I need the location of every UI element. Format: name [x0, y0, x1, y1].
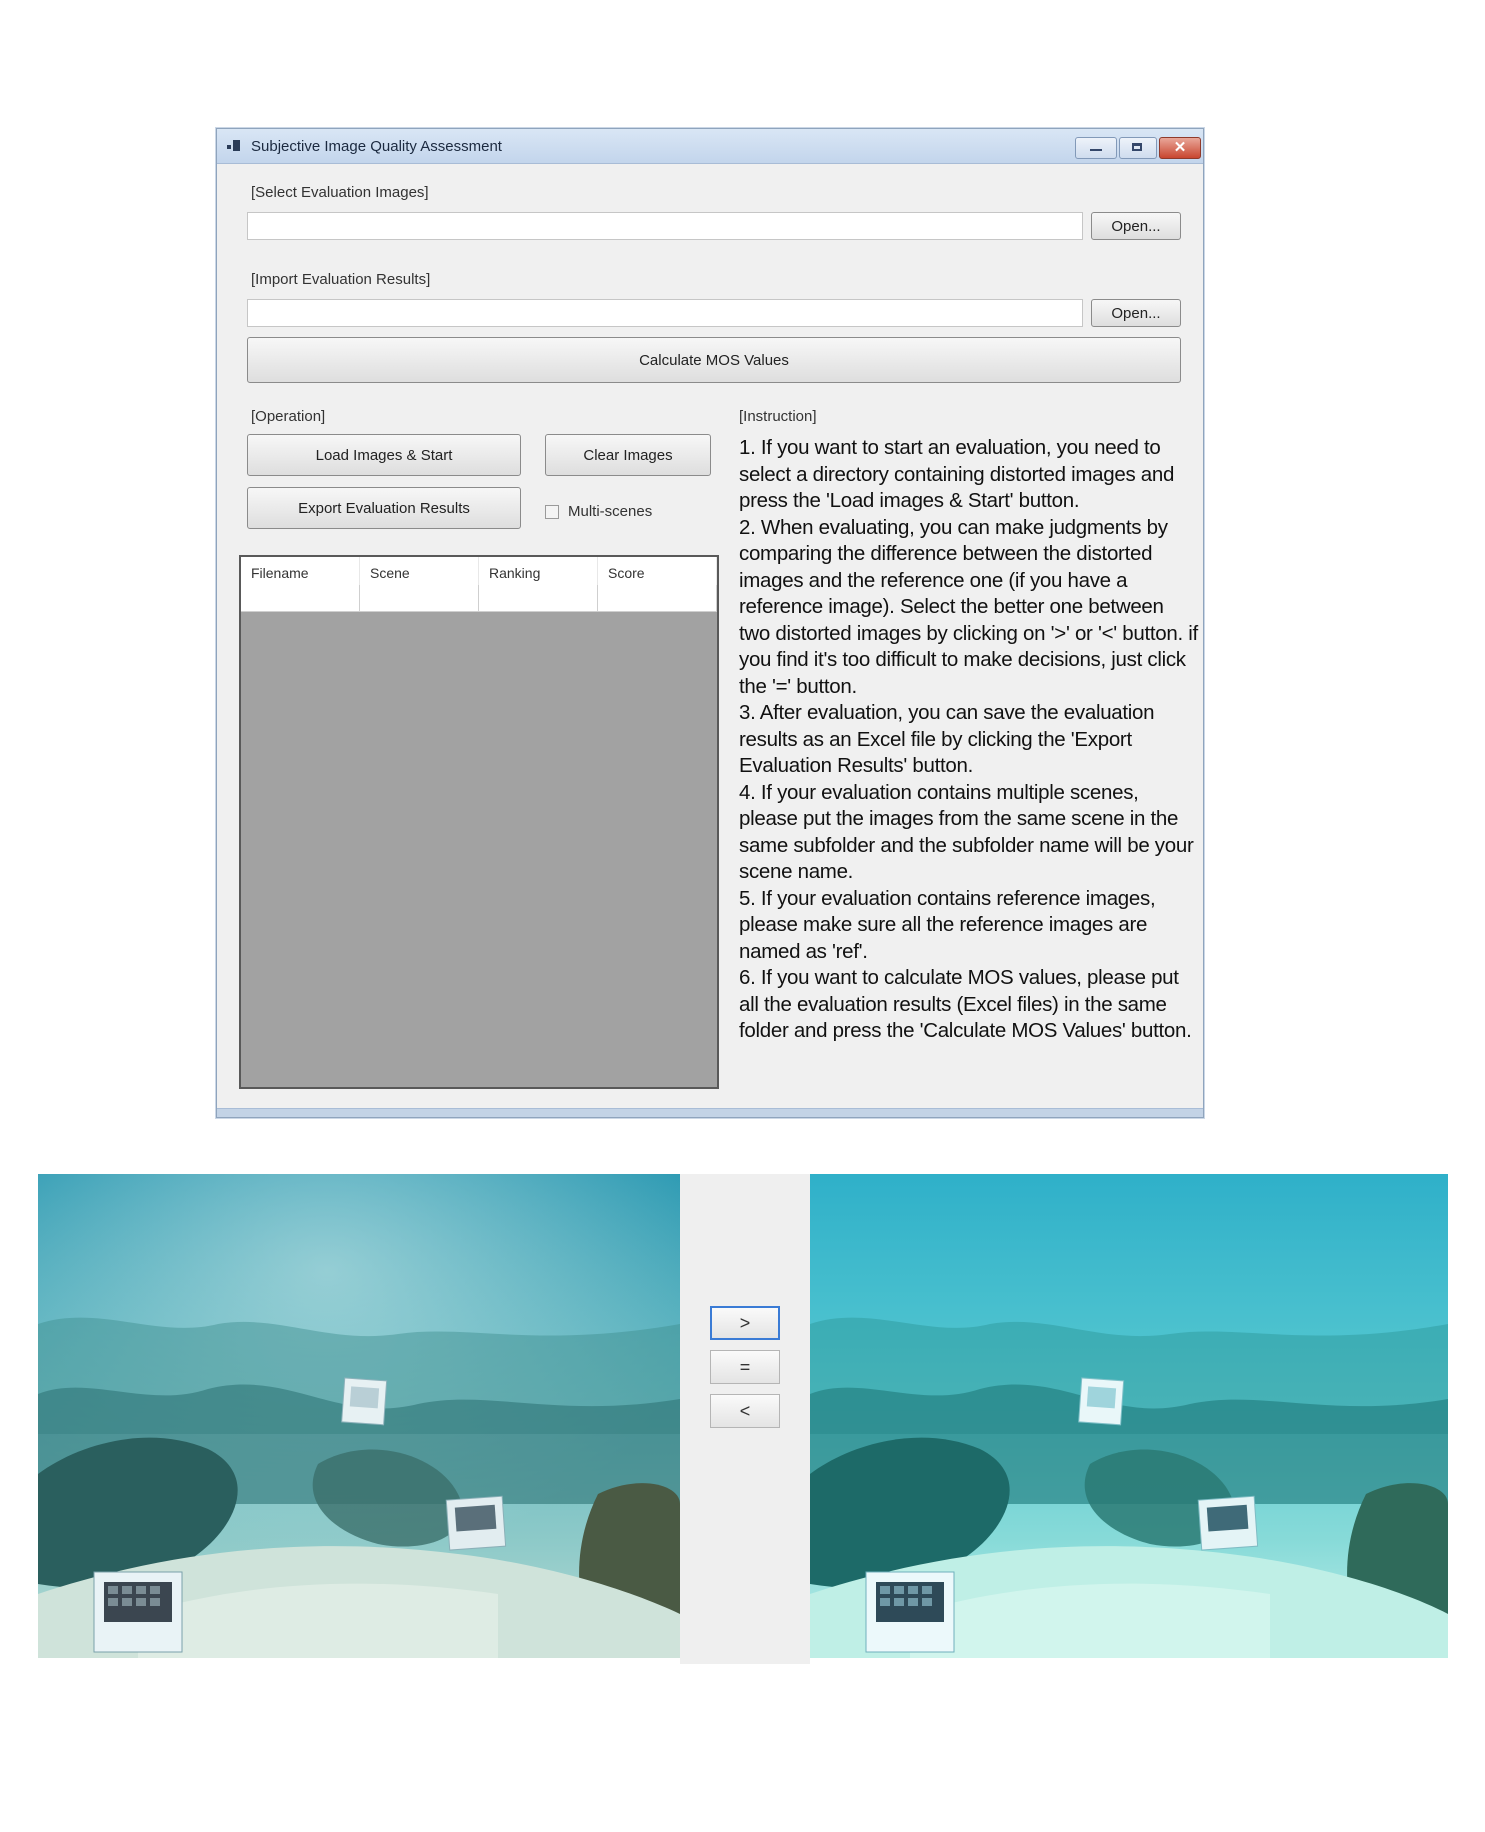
window-bottom-border	[217, 1108, 1203, 1117]
open-results-button[interactable]: Open...	[1091, 299, 1181, 327]
column-header-ranking[interactable]: Ranking	[479, 557, 598, 585]
export-results-button[interactable]: Export Evaluation Results	[247, 487, 521, 529]
calculate-mos-button[interactable]: Calculate MOS Values	[247, 337, 1181, 383]
import-results-path-input[interactable]	[247, 299, 1083, 327]
operation-label: [Operation]	[251, 408, 326, 425]
comparison-controls: > = <	[680, 1174, 810, 1664]
instruction-item: 1. If you want to start an evaluation, y…	[739, 436, 1175, 512]
instruction-text: 1. If you want to start an evaluation, y…	[739, 435, 1199, 1045]
instruction-item: 5. If your evaluation contains reference…	[739, 886, 1156, 963]
column-header-score[interactable]: Score	[598, 557, 717, 585]
close-icon: ✕	[1173, 139, 1187, 156]
left-underwater-image[interactable]	[38, 1174, 680, 1658]
instruction-label: [Instruction]	[739, 408, 817, 425]
instruction-item: 3. After evaluation, you can save the ev…	[739, 701, 1155, 777]
multi-scenes-toggle[interactable]: Multi-scenes	[545, 503, 652, 520]
left-better-button[interactable]: >	[710, 1306, 780, 1340]
maximize-button[interactable]	[1119, 137, 1157, 159]
multi-scenes-label: Multi-scenes	[568, 503, 653, 520]
underwater-scene-image	[810, 1174, 1448, 1658]
select-images-label: [Select Evaluation Images]	[251, 184, 429, 201]
clear-images-button[interactable]: Clear Images	[545, 434, 711, 476]
select-images-path-input[interactable]	[247, 212, 1083, 240]
table-header: Filename Scene Ranking Score	[241, 557, 717, 586]
minimize-icon	[1090, 149, 1102, 151]
minimize-button[interactable]	[1075, 137, 1117, 159]
results-table[interactable]: Filename Scene Ranking Score	[239, 555, 719, 1089]
column-header-filename[interactable]: Filename	[241, 557, 360, 585]
title-bar[interactable]: Subjective Image Quality Assessment ✕	[217, 129, 1203, 164]
table-row[interactable]	[241, 585, 717, 612]
instruction-item: 6. If you want to calculate MOS values, …	[739, 966, 1192, 1042]
equal-button[interactable]: =	[710, 1350, 780, 1384]
underwater-scene-image	[38, 1174, 680, 1658]
multi-scenes-checkbox[interactable]	[545, 504, 559, 519]
load-images-start-button[interactable]: Load Images & Start	[247, 434, 521, 476]
right-underwater-image[interactable]	[810, 1174, 1448, 1658]
window-title: Subjective Image Quality Assessment	[251, 138, 502, 155]
column-header-scene[interactable]: Scene	[360, 557, 479, 585]
open-images-button[interactable]: Open...	[1091, 212, 1181, 240]
maximize-icon	[1132, 143, 1142, 151]
table-cell[interactable]	[360, 585, 479, 612]
instruction-item: 2. When evaluating, you can make judgmen…	[739, 515, 1198, 698]
app-window: Subjective Image Quality Assessment ✕ [S…	[216, 128, 1204, 1118]
table-cell[interactable]	[241, 585, 360, 612]
import-results-label: [Import Evaluation Results]	[251, 271, 431, 288]
table-cell[interactable]	[598, 585, 717, 612]
right-better-button[interactable]: <	[710, 1394, 780, 1428]
instruction-item: 4. If your evaluation contains multiple …	[739, 780, 1194, 884]
app-icon	[227, 140, 241, 152]
close-button[interactable]: ✕	[1159, 137, 1201, 159]
table-cell[interactable]	[479, 585, 598, 612]
